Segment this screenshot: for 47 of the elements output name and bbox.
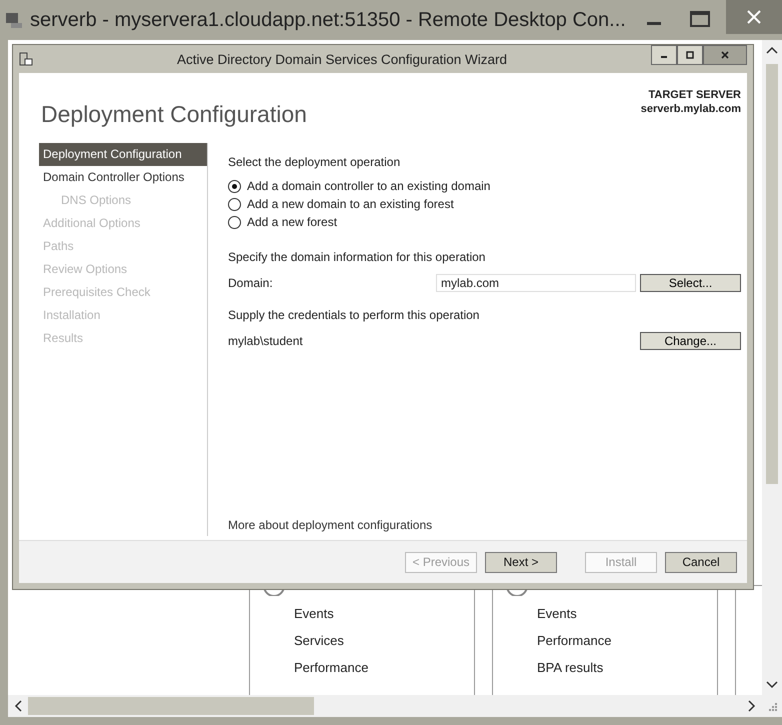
- radio-label: Add a new forest: [247, 215, 338, 229]
- server-icon: [19, 52, 33, 66]
- minimize-button[interactable]: [651, 45, 677, 65]
- close-button[interactable]: [703, 45, 747, 65]
- maximize-icon: [689, 10, 711, 28]
- resize-grip-icon[interactable]: [767, 701, 777, 711]
- monitor-icon: [4, 10, 24, 30]
- dialog-title: Active Directory Domain Services Configuration Wizard: [176, 52, 508, 66]
- radio-option[interactable]: Add a domain controller to an existing domain: [228, 179, 743, 193]
- radio-label: Add a domain controller to an existing domain: [247, 179, 490, 193]
- panel-link[interactable]: Performance: [537, 632, 717, 649]
- panel-link[interactable]: BPA results: [537, 659, 717, 676]
- domain-field[interactable]: mylab.com: [436, 274, 636, 292]
- wizard-button[interactable]: Cancel: [665, 552, 737, 572]
- more-info-link[interactable]: More about deployment configurations: [228, 518, 743, 532]
- panel-link[interactable]: Events: [294, 605, 474, 622]
- page-heading: Deployment Configuration: [41, 101, 307, 129]
- change-button[interactable]: Change...: [640, 332, 741, 350]
- close-icon: [745, 8, 763, 26]
- vertical-scrollbar[interactable]: [762, 40, 782, 695]
- radio-option[interactable]: Add a new domain to an existing forest: [228, 197, 743, 211]
- radio-option[interactable]: Add a new forest: [228, 215, 743, 229]
- horizontal-scrollbar[interactable]: [8, 695, 782, 717]
- maximize-button[interactable]: [677, 45, 703, 65]
- radio-button[interactable]: [228, 198, 241, 210]
- panel-link[interactable]: Services: [294, 632, 474, 649]
- panel-link[interactable]: Performance: [294, 659, 474, 676]
- panel-link[interactable]: Events: [537, 605, 717, 622]
- credentials-user: mylab\student: [228, 334, 304, 348]
- close-icon: [720, 50, 730, 60]
- section-label: Select the deployment operation: [228, 155, 402, 169]
- field-label: Domain:: [228, 276, 274, 290]
- section-label: Specify the domain information for this operation: [228, 250, 486, 264]
- maximize-icon: [685, 50, 695, 60]
- section-label: Supply the credentials to perform this operation: [228, 308, 480, 322]
- radio-button[interactable]: [228, 180, 241, 192]
- close-button[interactable]: [726, 0, 782, 34]
- radio-button[interactable]: [228, 216, 241, 228]
- wizard-button[interactable]: Next >: [485, 552, 557, 572]
- target-server-label: TARGET SERVER: [648, 89, 741, 101]
- minimize-icon: [647, 22, 661, 24]
- select-button[interactable]: Select...: [640, 274, 741, 292]
- wizard-step[interactable]: Domain Controller Options: [39, 166, 207, 189]
- radio-label: Add a new domain to an existing forest: [247, 197, 454, 211]
- wizard-step[interactable]: Deployment Configuration: [39, 143, 207, 166]
- window-title: serverb - myservera1.cloudapp.net:51350 - Remote Desktop Con...: [30, 8, 627, 32]
- target-server-name: serverb.mylab.com: [640, 103, 741, 115]
